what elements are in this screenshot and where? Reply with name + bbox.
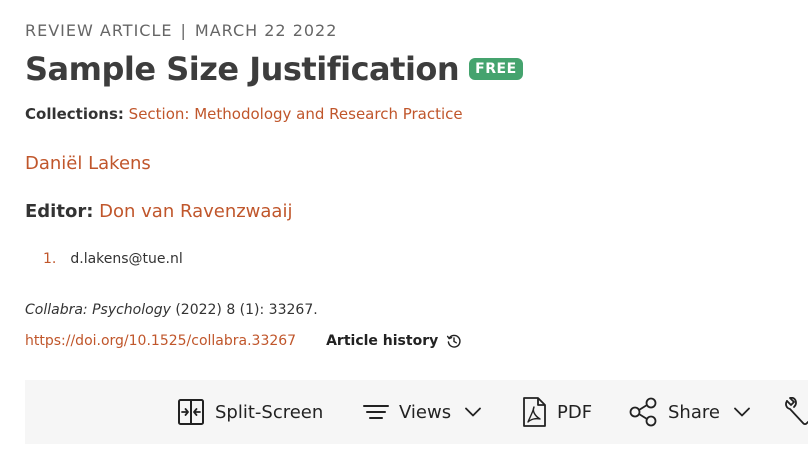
collections-label: Collections:: [25, 105, 124, 123]
affiliation-number: 1.: [43, 251, 57, 267]
free-badge: FREE: [469, 58, 523, 80]
article-history-button[interactable]: Article history: [326, 333, 462, 349]
pdf-icon: [523, 397, 546, 427]
publication-date: MARCH 22 2022: [194, 21, 338, 40]
journal-name: Collabra: Psychology: [25, 302, 171, 318]
affiliation-item: 1. d.lakens@tue.nl: [43, 251, 183, 267]
editor-link[interactable]: Don van Ravenzwaaij: [99, 201, 292, 222]
pdf-button[interactable]: PDF: [521, 380, 592, 444]
article-toolbar: Split-Screen Views PDF Share: [25, 380, 808, 444]
article-type: REVIEW ARTICLE: [25, 21, 173, 40]
split-screen-button[interactable]: Split-Screen: [177, 380, 323, 444]
tools-button[interactable]: [783, 380, 808, 444]
affiliation-email: d.lakens@tue.nl: [70, 251, 183, 267]
article-history-label: Article history: [326, 333, 439, 349]
author-link[interactable]: Daniël Lakens: [25, 153, 151, 174]
separator: |: [180, 21, 187, 40]
views-label: Views: [399, 401, 452, 423]
history-icon: [447, 334, 461, 348]
tools-icon: [785, 397, 808, 426]
views-dropdown[interactable]: Views: [363, 380, 481, 444]
doi-link[interactable]: https://doi.org/10.1525/collabra.33267: [25, 333, 296, 349]
split-screen-label: Split-Screen: [215, 401, 324, 423]
editor-line: Editor: Don van Ravenzwaaij: [25, 201, 292, 222]
chevron-down-icon: [734, 407, 750, 417]
article-type-line: REVIEW ARTICLE | MARCH 22 2022: [25, 21, 337, 40]
collections: Collections: Section: Methodology and Re…: [25, 105, 463, 123]
title-row: Sample Size Justification FREE: [25, 50, 523, 88]
citation-details: (2022) 8 (1): 33267.: [170, 302, 318, 318]
views-icon: [363, 405, 389, 419]
share-label: Share: [668, 401, 720, 423]
collection-link[interactable]: Section: Methodology and Research Practi…: [129, 105, 463, 123]
share-icon: [629, 397, 657, 427]
citation: Collabra: Psychology (2022) 8 (1): 33267…: [25, 302, 318, 318]
page-title: Sample Size Justification: [25, 50, 460, 88]
author-line: Daniël Lakens: [25, 153, 151, 174]
pdf-label: PDF: [557, 401, 593, 423]
doi-row: https://doi.org/10.1525/collabra.33267 A…: [25, 333, 462, 349]
editor-label: Editor:: [25, 201, 94, 222]
share-dropdown[interactable]: Share: [628, 380, 750, 444]
chevron-down-icon: [465, 407, 481, 417]
split-screen-icon: [178, 399, 204, 425]
